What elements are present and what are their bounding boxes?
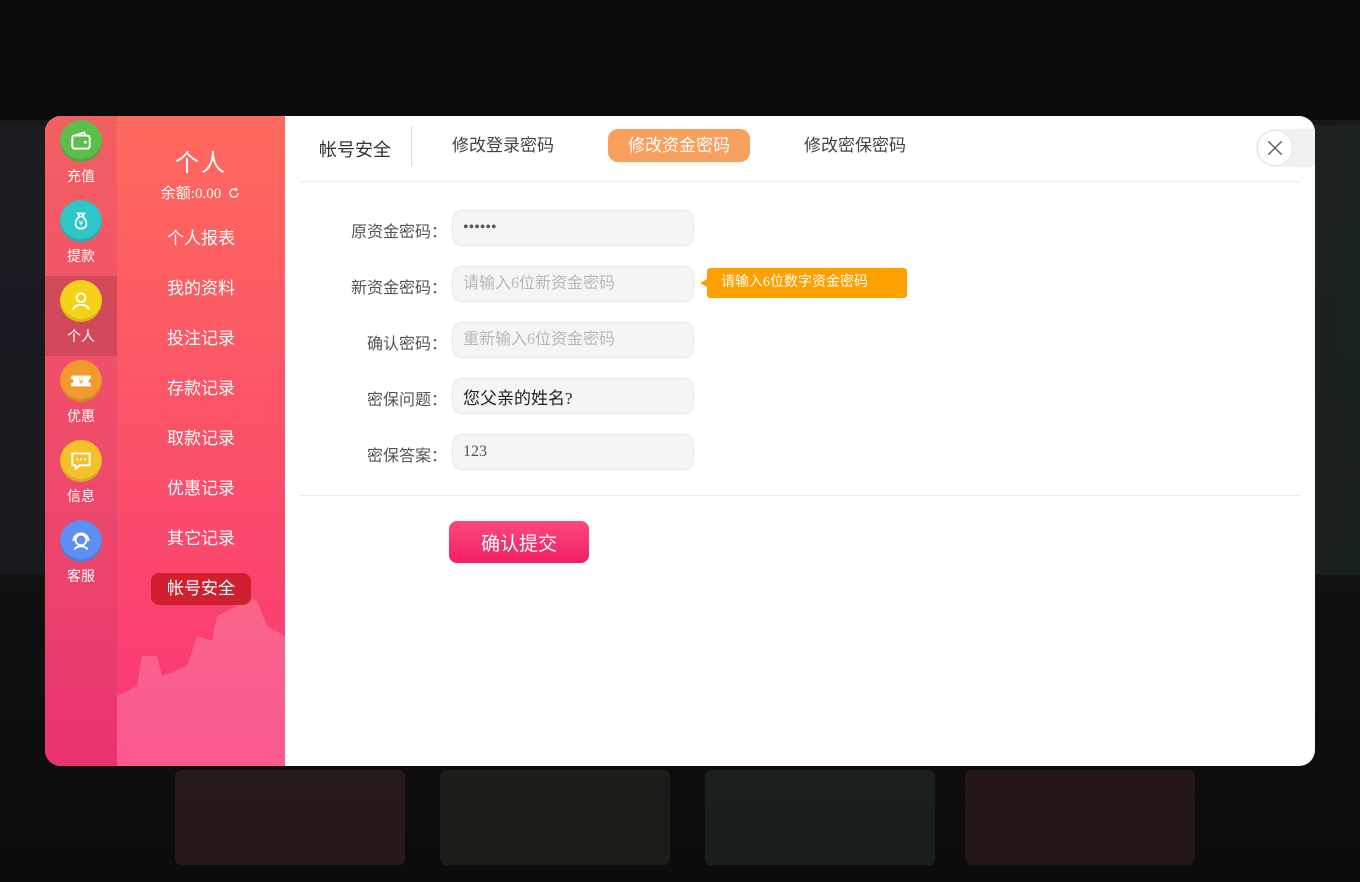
close-icon <box>1257 130 1293 166</box>
old-password-input[interactable] <box>452 210 694 246</box>
menu-item-personal-report[interactable]: 个人报表 <box>151 223 251 255</box>
menu-item-deposit-records[interactable]: 存款记录 <box>151 373 251 405</box>
sidebar-menu: 个人报表 我的资料 投注记录 存款记录 取款记录 优惠记录 其它记录 帐号安全 <box>117 223 285 623</box>
section-title: 帐号安全 <box>319 140 391 160</box>
rail-label: 个人 <box>67 330 95 345</box>
confirm-password-input[interactable] <box>452 322 694 358</box>
background-header <box>0 0 1360 120</box>
background-game-card <box>965 770 1195 865</box>
form-row-new-password: 新资金密码： 请输入6位数字资金密码 <box>285 266 1085 302</box>
money-bag-icon: ¥ <box>60 200 102 242</box>
form-row-confirm-password: 确认密码： <box>285 322 1085 358</box>
tab-change-login-password[interactable]: 修改登录密码 <box>432 129 574 162</box>
submit-button[interactable]: 确认提交 <box>449 521 589 563</box>
close-button[interactable] <box>1256 129 1315 167</box>
confirm-password-label: 确认密码： <box>366 336 447 353</box>
balance-text: 余额:0.00 <box>160 186 222 202</box>
tab-change-security-password[interactable]: 修改密保密码 <box>784 129 926 162</box>
security-question-field[interactable] <box>452 378 694 414</box>
rail-item-withdraw[interactable]: ¥ 提款 <box>45 196 117 276</box>
rail-label: 优惠 <box>67 410 95 425</box>
form-divider <box>300 495 1300 496</box>
new-password-label: 新资金密码： <box>350 280 447 297</box>
user-icon <box>60 280 102 322</box>
main-content: 帐号安全 修改登录密码 修改资金密码 修改密保密码 原资金密码： 新资金密码： … <box>285 116 1315 766</box>
rail-item-promotions[interactable]: ¥ 优惠 <box>45 356 117 436</box>
form-row-old-password: 原资金密码： <box>285 210 1085 246</box>
menu-item-other-records[interactable]: 其它记录 <box>151 523 251 555</box>
divider <box>411 126 412 166</box>
old-password-label: 原资金密码： <box>350 224 447 241</box>
background-game-card <box>440 770 670 865</box>
security-question-label: 密保问题： <box>366 392 447 409</box>
form-row-security-answer: 密保答案： <box>285 434 1085 470</box>
new-password-tooltip: 请输入6位数字资金密码 <box>700 268 907 298</box>
rail-label: 提款 <box>67 250 95 265</box>
account-modal: 充值 ¥ 提款 个人 ¥ 优惠 信息 客服 个人 余额:0.00 个人报表 我的… <box>45 116 1315 766</box>
menu-item-bet-records[interactable]: 投注记录 <box>151 323 251 355</box>
ticket-icon: ¥ <box>60 360 102 402</box>
security-answer-label: 密保答案： <box>366 448 447 465</box>
rail-item-support[interactable]: 客服 <box>45 516 117 596</box>
refresh-icon[interactable] <box>227 186 241 200</box>
menu-item-promo-records[interactable]: 优惠记录 <box>151 473 251 505</box>
background-game-card <box>175 770 405 865</box>
rail-label: 信息 <box>67 490 95 505</box>
personal-sidebar: 个人 余额:0.00 个人报表 我的资料 投注记录 存款记录 取款记录 优惠记录… <box>117 116 285 766</box>
wallet-icon <box>60 120 102 162</box>
balance: 余额:0.00 <box>161 182 241 203</box>
rail-item-messages[interactable]: 信息 <box>45 436 117 516</box>
menu-item-my-profile[interactable]: 我的资料 <box>151 273 251 305</box>
background-game-card <box>705 770 935 865</box>
sidebar-title: 个人 <box>175 151 227 177</box>
form-row-security-question: 密保问题： <box>285 378 1085 414</box>
svg-text:¥: ¥ <box>79 219 84 228</box>
tab-bar: 帐号安全 修改登录密码 修改资金密码 修改密保密码 <box>300 116 1300 182</box>
rail-item-recharge[interactable]: 充值 <box>45 116 117 196</box>
headset-icon <box>60 520 102 562</box>
rail-label: 充值 <box>67 170 95 185</box>
rail-item-personal[interactable]: 个人 <box>45 276 117 356</box>
message-icon <box>60 440 102 482</box>
svg-text:¥: ¥ <box>79 377 84 386</box>
rail-label: 客服 <box>67 570 95 585</box>
security-answer-input[interactable] <box>452 434 694 470</box>
menu-item-account-security[interactable]: 帐号安全 <box>151 573 251 605</box>
new-password-input[interactable] <box>452 266 694 302</box>
menu-item-withdraw-records[interactable]: 取款记录 <box>151 423 251 455</box>
icon-rail: 充值 ¥ 提款 个人 ¥ 优惠 信息 客服 <box>45 116 117 766</box>
tab-change-fund-password[interactable]: 修改资金密码 <box>608 129 750 162</box>
